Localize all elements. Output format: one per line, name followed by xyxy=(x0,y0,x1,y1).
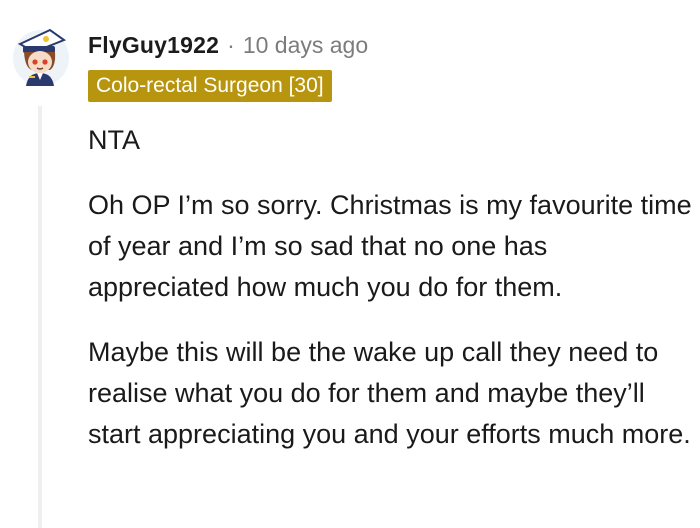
comment-body: NTA Oh OP I’m so sorry. Christmas is my … xyxy=(88,120,694,479)
comment-paragraph: Oh OP I’m so sorry. Christmas is my favo… xyxy=(88,190,692,302)
thread-line[interactable] xyxy=(38,106,42,528)
comment-header: FlyGuy1922 · 10 days ago xyxy=(88,28,368,62)
user-flair: Colo-rectal Surgeon [30] xyxy=(88,70,332,102)
meta-separator: · xyxy=(227,31,235,58)
comment-paragraph: Maybe this will be the wake up call they… xyxy=(88,337,691,449)
timestamp[interactable]: 10 days ago xyxy=(243,32,368,59)
username-link[interactable]: FlyGuy1922 xyxy=(88,32,219,59)
comment: FlyGuy1922 · 10 days ago Colo-rectal Sur… xyxy=(0,0,700,528)
comment-paragraph: NTA xyxy=(88,125,140,155)
pilot-avatar-icon[interactable] xyxy=(10,22,72,88)
